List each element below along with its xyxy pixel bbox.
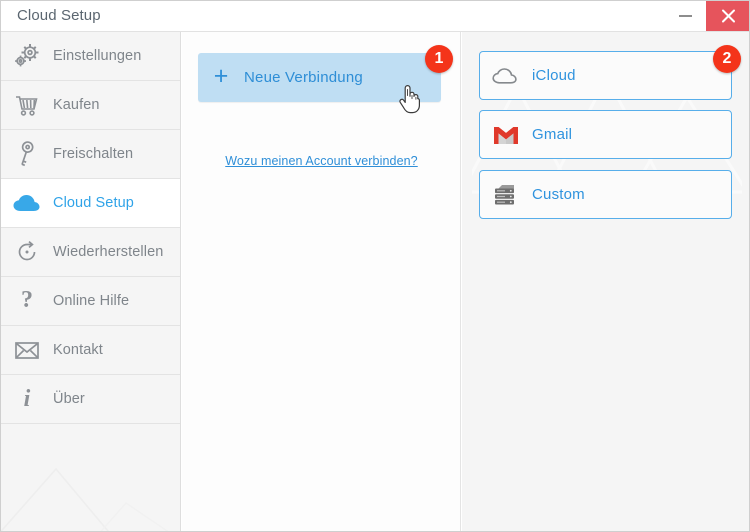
sidebar-decoration-area — [1, 424, 180, 531]
sidebar-item-freischalten[interactable]: Freischalten — [1, 130, 180, 179]
gears-icon — [1, 43, 53, 69]
svg-text:i: i — [24, 386, 31, 412]
new-connection-label: Neue Verbindung — [244, 69, 363, 86]
minimize-button[interactable] — [667, 1, 705, 31]
sidebar-item-ueber[interactable]: i Über — [1, 375, 180, 424]
sidebar-item-label: Freischalten — [53, 146, 134, 162]
envelope-icon — [1, 339, 53, 361]
sidebar-item-label: Kaufen — [53, 97, 100, 113]
title-bar: Cloud Setup — [1, 1, 749, 32]
mountain-watermark-icon — [1, 467, 169, 531]
sidebar-item-einstellungen[interactable]: Einstellungen — [1, 32, 180, 81]
provider-panel: iCloud Gmail Custom — [462, 32, 749, 531]
sidebar-item-cloud-setup[interactable]: Cloud Setup — [1, 179, 180, 228]
provider-label: Gmail — [532, 126, 573, 143]
provider-label: iCloud — [532, 67, 576, 84]
connections-panel: + Neue Verbindung Wozu meinen Account ve… — [182, 32, 461, 531]
provider-custom-button[interactable]: Custom — [479, 170, 732, 219]
why-connect-account-link[interactable]: Wozu meinen Account verbinden? — [225, 154, 417, 168]
cloud-icon — [1, 192, 53, 214]
step-badge-one: 1 — [425, 45, 453, 73]
sidebar-item-wiederherstellen[interactable]: Wiederherstellen — [1, 228, 180, 277]
sidebar-item-label: Über — [53, 391, 85, 407]
cloud-outline-icon — [480, 65, 532, 87]
sidebar-item-kontakt[interactable]: Kontakt — [1, 326, 180, 375]
new-connection-button[interactable]: + Neue Verbindung — [198, 53, 441, 114]
server-rack-icon — [480, 182, 532, 208]
minimize-icon — [679, 15, 692, 17]
key-icon — [1, 141, 53, 167]
sidebar-item-label: Kontakt — [53, 342, 103, 358]
close-icon — [722, 9, 735, 23]
provider-label: Custom — [532, 186, 585, 203]
sidebar: Einstellungen Kaufen Freischalten Cloud … — [1, 32, 181, 531]
plus-icon: + — [213, 62, 229, 90]
provider-gmail-button[interactable]: Gmail — [479, 110, 732, 159]
question-mark-icon: ? — [1, 288, 53, 314]
sidebar-item-label: Cloud Setup — [53, 195, 134, 211]
close-button[interactable] — [706, 1, 749, 31]
help-link-row: Wozu meinen Account verbinden? — [182, 152, 461, 170]
window-body: Einstellungen Kaufen Freischalten Cloud … — [1, 32, 749, 531]
step-badge-two: 2 — [713, 45, 741, 73]
sidebar-item-kaufen[interactable]: Kaufen — [1, 81, 180, 130]
info-icon: i — [1, 386, 53, 412]
sidebar-item-label: Wiederherstellen — [53, 244, 164, 260]
cloud-setup-window: Cloud Setup Einstellungen Kaufen Freisch… — [0, 0, 750, 532]
restore-icon — [1, 239, 53, 265]
window-title: Cloud Setup — [17, 7, 101, 24]
shopping-cart-icon — [1, 92, 53, 118]
sidebar-item-label: Einstellungen — [53, 48, 142, 64]
sidebar-item-online-hilfe[interactable]: ? Online Hilfe — [1, 277, 180, 326]
svg-text:?: ? — [21, 288, 33, 313]
hand-pointer-cursor — [399, 85, 420, 114]
gmail-icon — [480, 123, 532, 147]
provider-icloud-button[interactable]: iCloud — [479, 51, 732, 100]
sidebar-item-label: Online Hilfe — [53, 293, 130, 309]
